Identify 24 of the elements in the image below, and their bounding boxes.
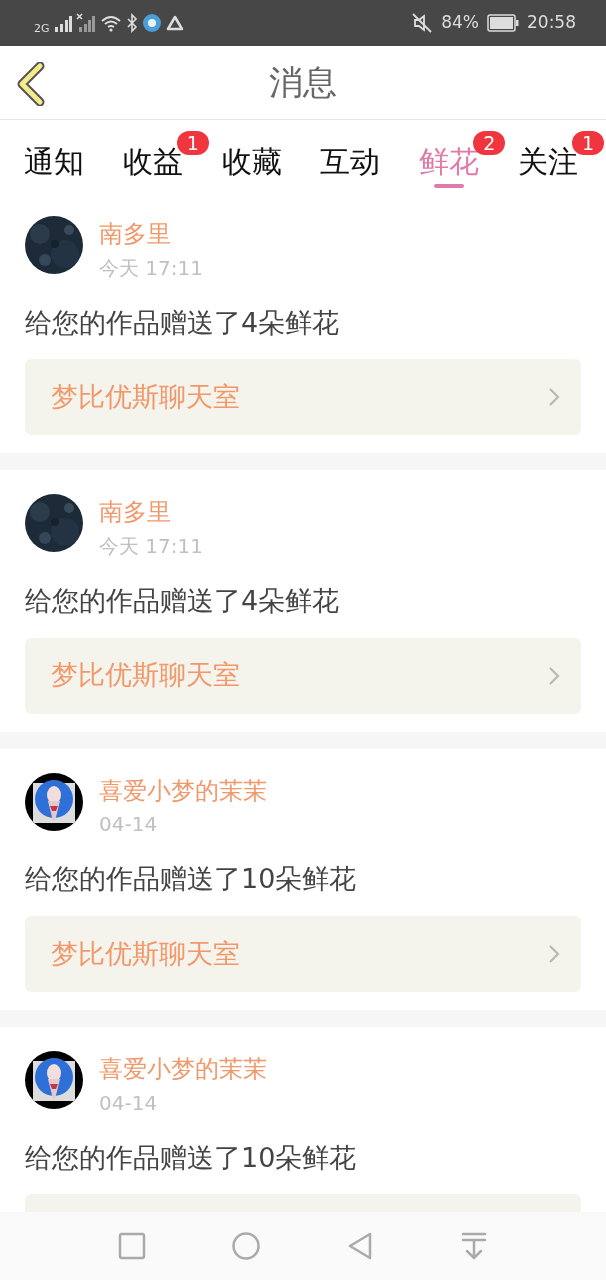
message-text: 给您的作品赠送了10朵鲜花 [25, 1140, 358, 1175]
message-text: 给您的作品赠送了10朵鲜花 [25, 862, 358, 897]
timestamp: 04-14 [99, 811, 159, 839]
tab[interactable]: 收藏 [211, 139, 292, 192]
link-card[interactable]: 梦比优斯聊天室 [25, 359, 581, 436]
timestamp: 今天 17:11 [99, 254, 203, 282]
badge-count: 1 [572, 131, 604, 155]
tab[interactable]: 通知 [14, 139, 94, 192]
message-text: 给您的作品赠送了4朵鲜花 [25, 305, 341, 340]
timestamp: 04-14 [99, 1089, 159, 1117]
user-name[interactable]: 南多里 [99, 220, 203, 249]
message-text: 给您的作品赠送了4朵鲜花 [25, 584, 341, 619]
link-card[interactable]: 梦比优斯聊天室 [25, 915, 581, 992]
tab[interactable]: 互动 [310, 139, 391, 192]
badge-count: 1 [176, 131, 209, 155]
network-label: 2G [34, 20, 50, 37]
user-name[interactable]: 喜爱小梦的茉茉 [99, 1054, 267, 1084]
timestamp: 今天 17:11 [99, 533, 203, 561]
page-title: 消息 [269, 61, 337, 104]
user-name[interactable]: 南多里 [99, 498, 203, 528]
battery-level: 84% [441, 11, 479, 35]
clock: 20:58 [527, 11, 576, 35]
user-name[interactable]: 喜爱小梦的茉茉 [99, 776, 267, 806]
link-card[interactable]: 梦比优斯聊天室 [25, 637, 581, 714]
